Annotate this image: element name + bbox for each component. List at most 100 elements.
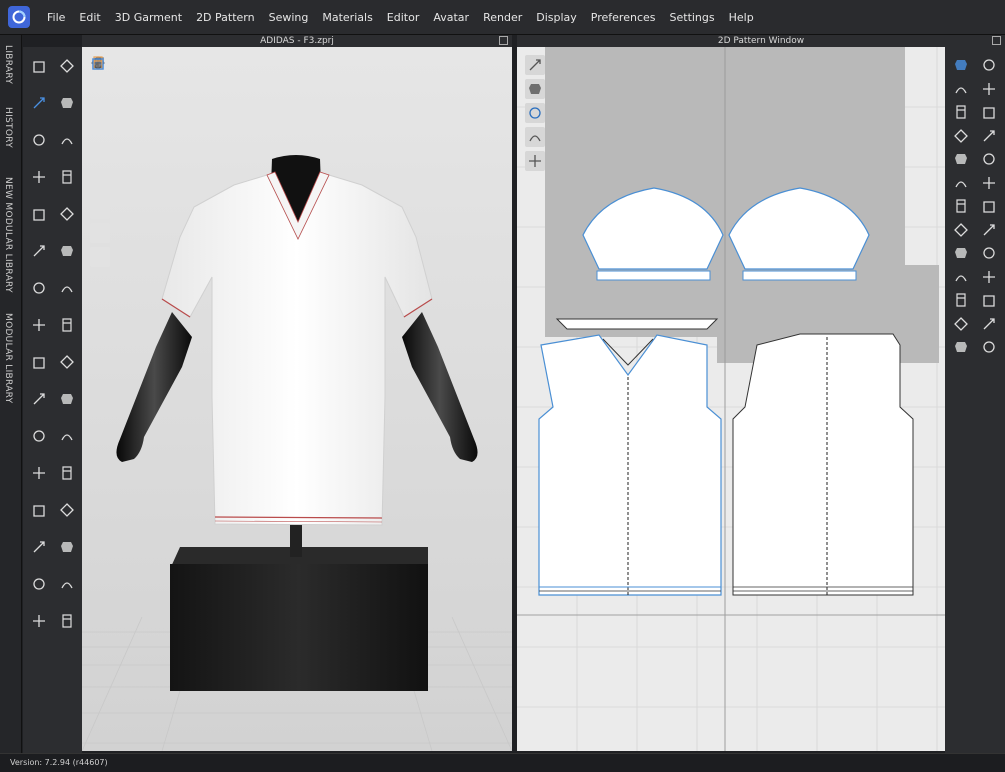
zigzag-icon[interactable] <box>951 267 971 287</box>
garment-view-icon[interactable] <box>525 151 545 171</box>
app-logo-icon[interactable] <box>8 6 30 28</box>
curve-point-icon[interactable] <box>979 79 999 99</box>
fold-icon[interactable] <box>29 130 49 150</box>
sewing-icon[interactable] <box>57 204 77 224</box>
hem-icon[interactable] <box>951 314 971 334</box>
fold-arrangement-icon[interactable] <box>57 537 77 557</box>
fold-icon[interactable] <box>979 290 999 310</box>
avatar-color-icon[interactable] <box>90 56 110 243</box>
text-icon[interactable] <box>979 220 999 240</box>
circle-icon[interactable] <box>979 126 999 146</box>
select-icon[interactable] <box>29 56 49 76</box>
menu-edit[interactable]: Edit <box>72 0 107 35</box>
menu-render[interactable]: Render <box>476 0 529 35</box>
toolbar-2d <box>945 47 1005 753</box>
texture-view-icon[interactable] <box>90 57 110 219</box>
fabric-icon[interactable] <box>525 79 545 99</box>
strengthen-icon[interactable] <box>57 167 77 187</box>
menu-avatar[interactable]: Avatar <box>426 0 476 35</box>
transform-icon[interactable] <box>57 56 77 76</box>
pattern-cuff-left[interactable] <box>742 270 857 281</box>
pose-icon[interactable] <box>29 537 49 557</box>
add-point-icon[interactable] <box>951 102 971 122</box>
pattern-back[interactable] <box>732 333 914 596</box>
panel-3d-header: ADIDAS - F3.zprj <box>82 35 512 47</box>
garment-icon[interactable] <box>29 167 49 187</box>
env-icon[interactable] <box>90 58 110 267</box>
tab-modular-library[interactable]: MODULAR LIBRARY <box>3 313 13 403</box>
menu-settings[interactable]: Settings <box>663 0 722 35</box>
button-icon[interactable] <box>57 315 77 335</box>
fabric-view-icon[interactable] <box>90 61 110 195</box>
avatar-icon[interactable] <box>57 500 77 520</box>
internal-polygon-icon[interactable] <box>951 149 971 169</box>
skin-icon[interactable] <box>57 278 77 298</box>
viewport-3d[interactable] <box>82 47 512 751</box>
grading-icon[interactable] <box>951 243 971 263</box>
maximize-icon[interactable] <box>499 36 508 45</box>
fit-icon[interactable] <box>29 278 49 298</box>
pleat-icon[interactable] <box>979 314 999 334</box>
arrangement-points-icon[interactable] <box>90 57 110 171</box>
menu-2d-pattern[interactable]: 2D Pattern <box>189 0 262 35</box>
info-icon[interactable] <box>525 103 545 123</box>
rectangle-icon[interactable] <box>951 126 971 146</box>
select-mesh-icon[interactable] <box>29 241 49 261</box>
line-icon[interactable] <box>29 611 49 631</box>
shape-icon[interactable] <box>57 574 77 594</box>
pleat-icon[interactable] <box>57 426 77 446</box>
seam-allowance-icon[interactable] <box>951 196 971 216</box>
tab-library[interactable]: LIBRARY <box>3 45 13 84</box>
fabric-icon[interactable] <box>57 463 77 483</box>
slash-icon[interactable] <box>979 173 999 193</box>
texture-icon[interactable] <box>525 127 545 147</box>
text-annotation-icon[interactable] <box>951 220 971 240</box>
tab-new-modular-library[interactable]: NEW MODULAR LIBRARY <box>3 177 13 293</box>
menu-file[interactable]: File <box>40 0 72 35</box>
edit-pattern-icon[interactable] <box>979 55 999 75</box>
line-icon[interactable] <box>525 55 545 75</box>
polygon-icon[interactable] <box>979 102 999 122</box>
arrange-icon[interactable] <box>57 611 77 631</box>
skeleton-icon[interactable] <box>90 57 110 123</box>
baseline-icon[interactable] <box>979 243 999 263</box>
tab-history[interactable]: HISTORY <box>3 107 13 148</box>
menu-display[interactable]: Display <box>529 0 584 35</box>
xray-icon[interactable] <box>90 58 110 147</box>
pattern-collar[interactable] <box>555 318 719 330</box>
buttonhole-icon[interactable] <box>29 352 49 372</box>
trace-icon[interactable] <box>951 290 971 310</box>
texture-icon[interactable] <box>29 500 49 520</box>
tape-icon[interactable] <box>29 574 49 594</box>
steam-icon[interactable] <box>29 204 49 224</box>
pattern-front[interactable] <box>538 334 722 596</box>
avatar-visibility-icon[interactable] <box>90 56 110 99</box>
notch-icon[interactable] <box>979 196 999 216</box>
menu-preferences[interactable]: Preferences <box>584 0 663 35</box>
zipper-icon[interactable] <box>57 352 77 372</box>
snap-icon[interactable] <box>29 463 49 483</box>
menu-help[interactable]: Help <box>722 0 761 35</box>
menu-3d-garment[interactable]: 3D Garment <box>108 0 189 35</box>
piping-icon[interactable] <box>29 389 49 409</box>
maximize-icon[interactable] <box>992 36 1001 45</box>
internal-rectangle-icon[interactable] <box>979 149 999 169</box>
shrinkage-icon[interactable] <box>29 315 49 335</box>
dart-icon[interactable] <box>951 173 971 193</box>
transform-pattern-icon[interactable] <box>951 55 971 75</box>
trim-icon[interactable] <box>57 389 77 409</box>
measure-icon[interactable] <box>29 426 49 446</box>
menu-sewing[interactable]: Sewing <box>262 0 316 35</box>
viewport-2d[interactable] <box>517 47 945 751</box>
edit-curvature-icon[interactable] <box>951 79 971 99</box>
pin-icon[interactable] <box>57 93 77 113</box>
menu-editor[interactable]: Editor <box>380 0 427 35</box>
move-icon[interactable] <box>29 93 49 113</box>
ruler-icon[interactable] <box>979 267 999 287</box>
segment-icon[interactable] <box>57 130 77 150</box>
puckering-icon[interactable] <box>57 241 77 261</box>
avatar-pose-icon[interactable] <box>979 337 999 357</box>
pin-icon[interactable] <box>951 337 971 357</box>
pattern-cuff-right[interactable] <box>596 270 711 281</box>
menu-materials[interactable]: Materials <box>315 0 379 35</box>
